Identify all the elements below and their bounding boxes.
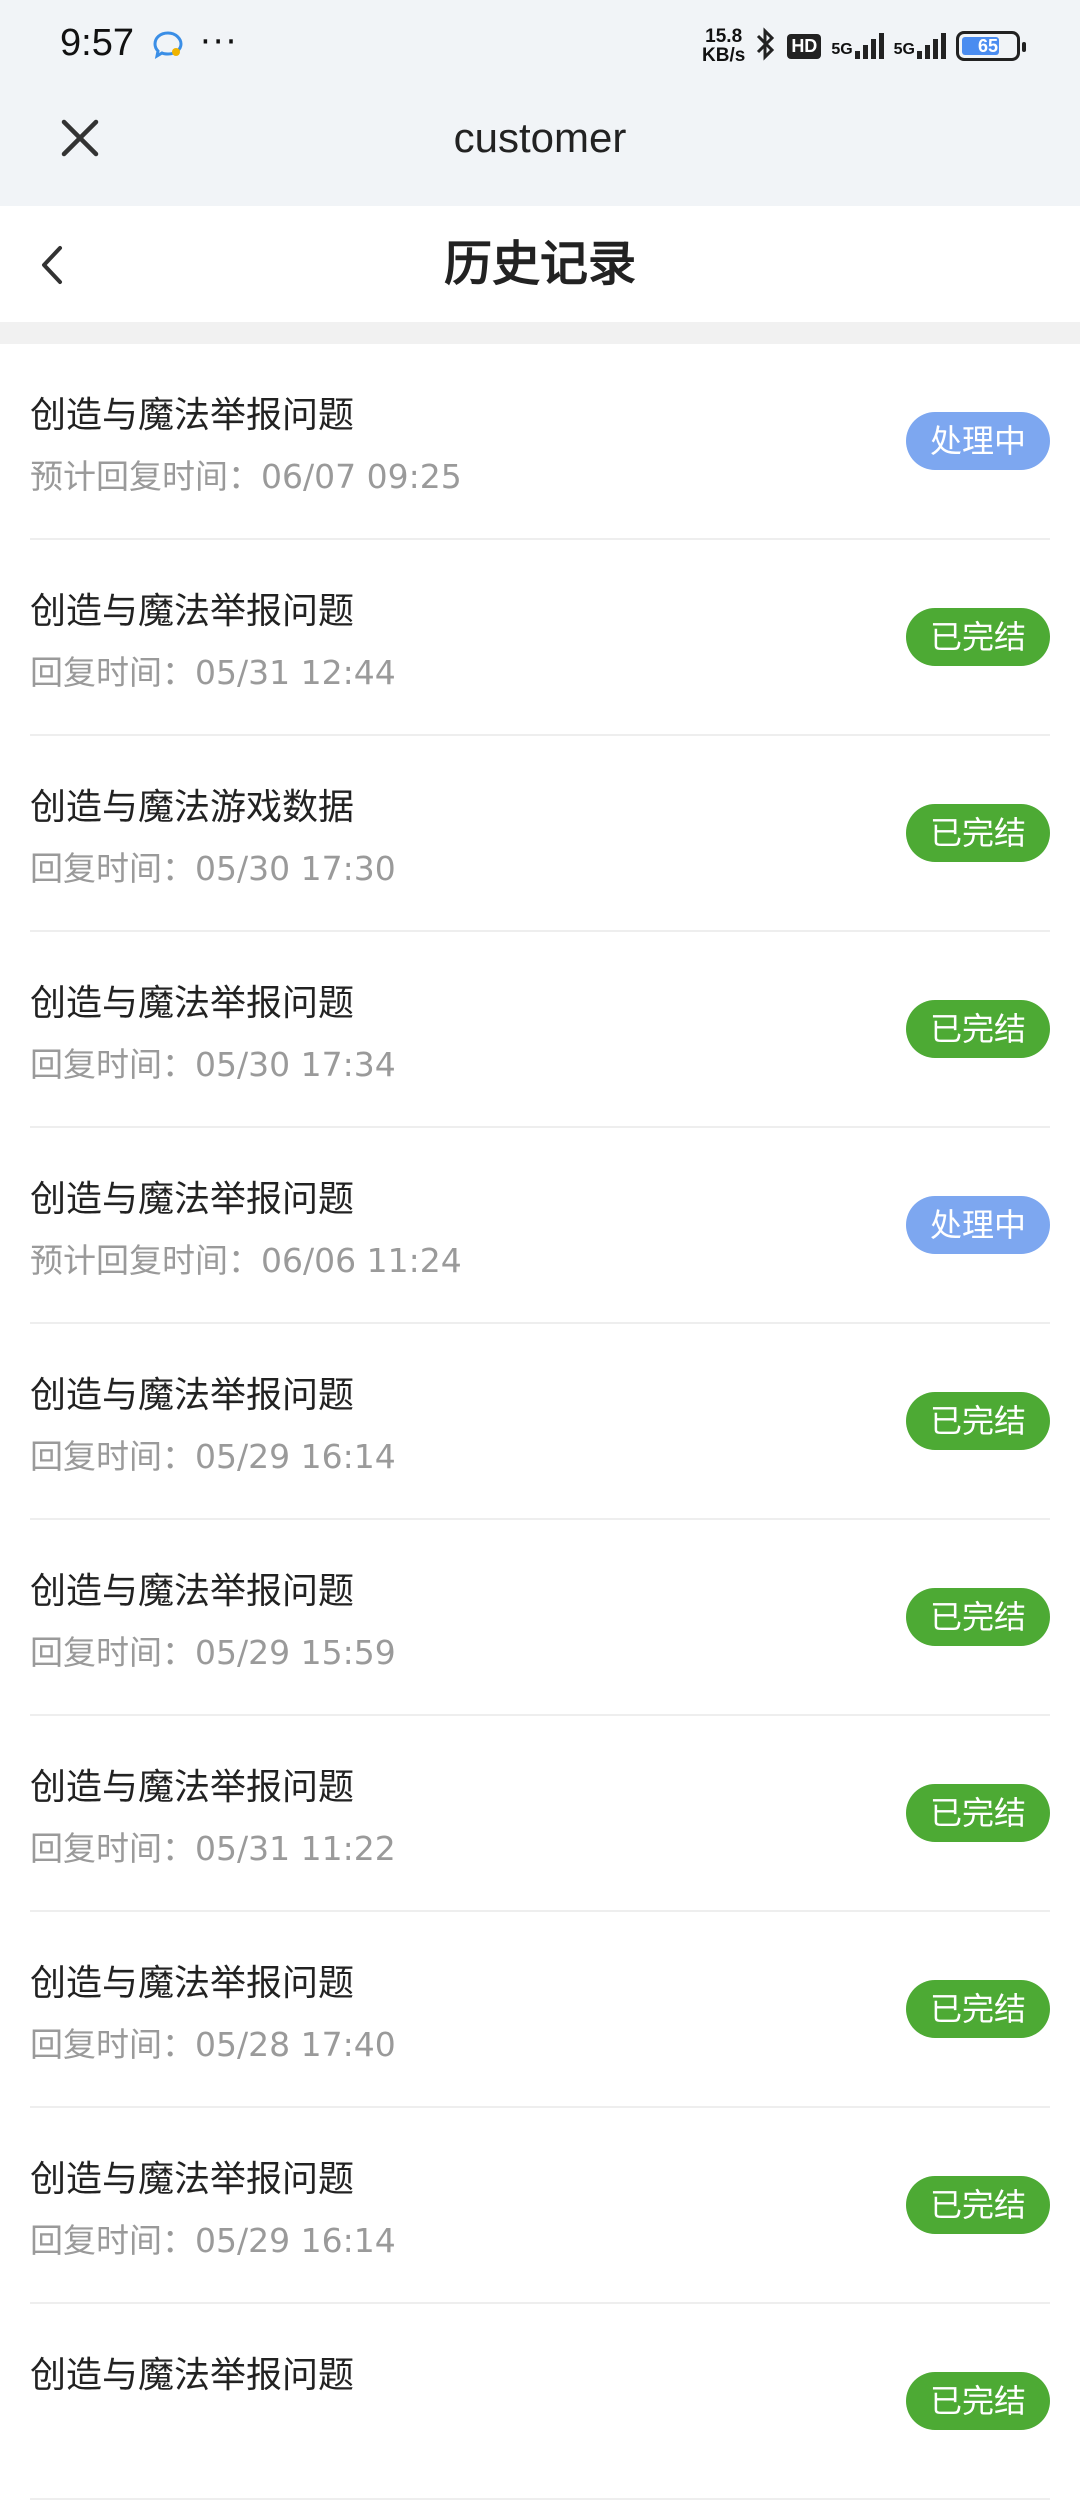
signal-icon: 5G (831, 33, 884, 59)
item-time: 预计回复时间：06/07 09:25 (30, 457, 462, 496)
item-time: 回复时间：05/29 15:59 (30, 1633, 396, 1672)
item-title: 创造与魔法举报问题 (30, 591, 355, 632)
page-title: 历史记录 (443, 236, 636, 292)
status-icons: 15.8 KB/s HD 5G 5G 65 (702, 24, 1026, 68)
status-badge: 已完结 (906, 2372, 1050, 2430)
status-badge: 已完结 (906, 1392, 1050, 1450)
list-item[interactable]: 创造与魔法举报问题 回复时间：05/29 16:14 已完结 (30, 1324, 1050, 1520)
status-badge: 处理中 (906, 412, 1050, 470)
status-bar: 9:57 ··· 15.8 KB/s HD 5G 5G 65 (0, 0, 1080, 90)
item-title: 创造与魔法举报问题 (30, 1571, 355, 1612)
message-icon (152, 30, 184, 64)
status-badge: 已完结 (906, 608, 1050, 666)
close-icon[interactable] (56, 114, 104, 162)
item-time: 回复时间：05/31 11:22 (30, 1829, 396, 1868)
list-item[interactable]: 创造与魔法举报问题 回复时间：05/31 12:44 已完结 (30, 540, 1050, 736)
list-item[interactable]: 创造与魔法举报问题 预计回复时间：06/06 11:24 处理中 (30, 1128, 1050, 1324)
app-title: customer (453, 114, 627, 161)
nav-bar: 历史记录 (0, 206, 1080, 322)
item-time: 预计回复时间：06/06 11:24 (30, 1241, 462, 1280)
net-speed: 15.8 KB/s (702, 26, 746, 66)
status-badge: 已完结 (906, 804, 1050, 862)
list-item[interactable]: 创造与魔法举报问题 回复时间：05/29 15:59 已完结 (30, 1520, 1050, 1716)
item-time: 回复时间：05/30 17:34 (30, 1045, 396, 1084)
status-badge: 已完结 (906, 1000, 1050, 1058)
status-badge: 已完结 (906, 1980, 1050, 2038)
battery-icon: 65 (956, 31, 1026, 61)
item-title: 创造与魔法举报问题 (30, 2355, 355, 2396)
item-time: 回复时间：05/31 12:44 (30, 653, 396, 692)
app-bar: customer (0, 90, 1080, 206)
status-time: 9:57 (60, 22, 134, 64)
list-item[interactable]: 创造与魔法举报问题 回复时间：05/31 11:22 已完结 (30, 1716, 1050, 1912)
status-badge: 已完结 (906, 1588, 1050, 1646)
status-badge: 已完结 (906, 2176, 1050, 2234)
status-badge: 处理中 (906, 1196, 1050, 1254)
item-time: 回复时间：05/30 17:30 (30, 849, 396, 888)
list-item[interactable]: 创造与魔法举报问题 回复时间：05/30 17:34 已完结 (30, 932, 1050, 1128)
item-title: 创造与魔法举报问题 (30, 1963, 355, 2004)
item-title: 创造与魔法游戏数据 (30, 787, 355, 828)
chevron-left-icon[interactable] (34, 240, 74, 290)
signal-icon-2: 5G (894, 33, 946, 59)
section-divider (0, 322, 1080, 344)
list-item[interactable]: 创造与魔法举报问题 已完结 (30, 2304, 1050, 2500)
list-item[interactable]: 创造与魔法举报问题 回复时间：05/28 17:40 已完结 (30, 1912, 1050, 2108)
item-title: 创造与魔法举报问题 (30, 1375, 355, 1416)
item-title: 创造与魔法举报问题 (30, 2159, 355, 2200)
bluetooth-icon (755, 26, 777, 66)
list-item[interactable]: 创造与魔法游戏数据 回复时间：05/30 17:30 已完结 (30, 736, 1050, 932)
item-title: 创造与魔法举报问题 (30, 395, 355, 436)
item-time: 回复时间：05/28 17:40 (30, 2025, 396, 2064)
item-time: 回复时间：05/29 16:14 (30, 1437, 396, 1476)
history-list: 创造与魔法举报问题 预计回复时间：06/07 09:25 处理中 创造与魔法举报… (0, 344, 1080, 2500)
status-badge: 已完结 (906, 1784, 1050, 1842)
list-item[interactable]: 创造与魔法举报问题 回复时间：05/29 16:14 已完结 (30, 2108, 1050, 2304)
list-item[interactable]: 创造与魔法举报问题 预计回复时间：06/07 09:25 处理中 (30, 344, 1050, 540)
item-title: 创造与魔法举报问题 (30, 1767, 355, 1808)
item-title: 创造与魔法举报问题 (30, 1179, 355, 1220)
hd-badge: HD (787, 33, 822, 59)
more-dots: ··· (200, 22, 239, 62)
item-title: 创造与魔法举报问题 (30, 983, 355, 1024)
item-time: 回复时间：05/29 16:14 (30, 2221, 396, 2260)
